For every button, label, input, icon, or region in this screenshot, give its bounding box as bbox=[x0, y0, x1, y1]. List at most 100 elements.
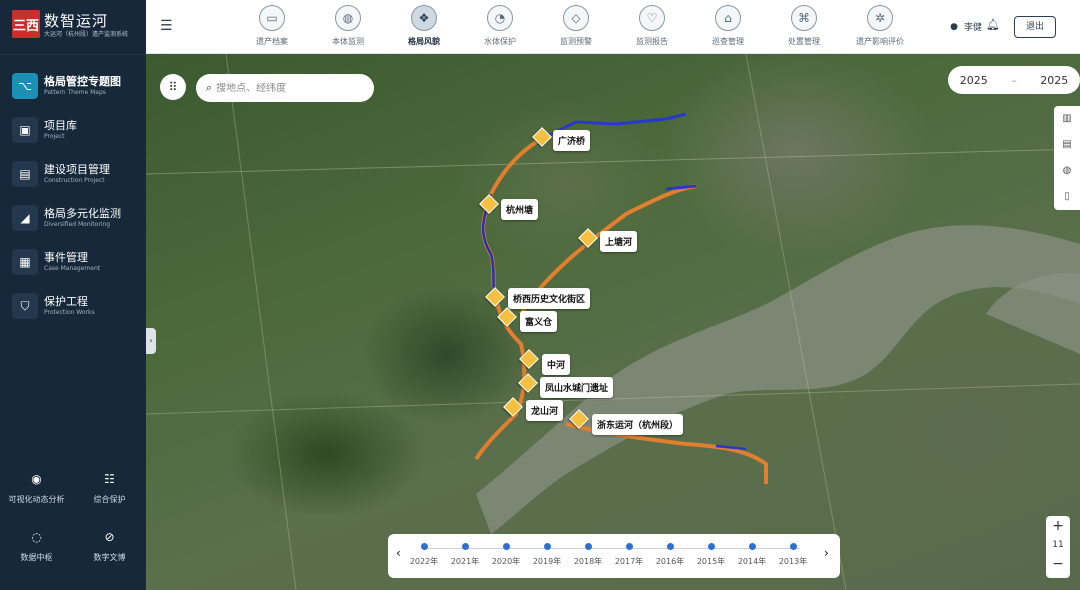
user-name: 李健 bbox=[963, 23, 982, 33]
tab-label: 本体监测 bbox=[332, 37, 364, 46]
site-label-guangji-bridge[interactable]: 广济桥 bbox=[553, 130, 591, 151]
search-input[interactable] bbox=[216, 82, 357, 94]
sidebar-item-project[interactable]: ▣ 项目库 Project bbox=[0, 108, 146, 152]
sidebar-item-sublabel: Construction Project bbox=[44, 177, 105, 184]
timeline-year[interactable]: 2014年 bbox=[732, 543, 772, 567]
sidebar-item-construction-project[interactable]: ▤ 建设项目管理 Construction Project bbox=[0, 152, 146, 196]
year-range-selector[interactable]: 2025 – 2025 bbox=[948, 66, 1080, 94]
tool-label: 综合保护 bbox=[93, 495, 126, 504]
tool-visual-analysis[interactable]: ◉ 可视化动态分析 bbox=[0, 470, 73, 505]
map-type-icon[interactable]: ▥ bbox=[1054, 106, 1080, 132]
menu-toggle-icon[interactable]: ☰ bbox=[160, 18, 173, 34]
year-from[interactable]: 2025 bbox=[960, 74, 988, 87]
cube-icon: ▣ bbox=[12, 117, 38, 143]
sidebar-collapse-handle[interactable]: › bbox=[146, 328, 156, 354]
site-label-shangtang-river[interactable]: 上塘河 bbox=[600, 231, 638, 252]
layers-grid-icon[interactable]: ⠿ bbox=[160, 74, 186, 100]
timeline-year-label: 2013年 bbox=[778, 557, 808, 566]
trash-icon[interactable]: ▯ bbox=[1054, 184, 1080, 210]
site-label-zhedong-canal[interactable]: 浙东运河（杭州段） bbox=[592, 414, 684, 435]
timeline-year[interactable]: 2017年 bbox=[609, 543, 649, 567]
timeline-next-icon[interactable]: › bbox=[824, 546, 829, 560]
tab-label: 巡查管理 bbox=[712, 37, 744, 46]
timeline-year[interactable]: 2021年 bbox=[445, 543, 485, 567]
timeline-dot bbox=[748, 543, 756, 550]
timeline-year-label: 2019年 bbox=[532, 557, 562, 566]
timeline-year[interactable]: 2016年 bbox=[650, 543, 690, 567]
timeline-year[interactable]: 2020年 bbox=[486, 543, 526, 567]
top-nav: ▭ 遗产档案 ◍ 本体监测 ❖ 格局风貌 ◔ 水体保护 ◇ 监测预警 ♡ 监测报告 ⌂ 巡查管… bbox=[234, 3, 918, 51]
timeline-dot bbox=[707, 543, 715, 550]
tab-disposal-management[interactable]: ⌘ 处置管理 bbox=[766, 3, 842, 51]
tool-digital-museum[interactable]: ⊘ 数字文博 bbox=[73, 528, 146, 563]
user-icon: ● bbox=[950, 21, 958, 32]
tab-label: 监测报告 bbox=[636, 37, 668, 46]
site-label-hangzhou-tang[interactable]: 杭州塘 bbox=[501, 199, 539, 220]
sidebar-divider bbox=[0, 54, 146, 55]
timeline-year-label: 2022年 bbox=[409, 557, 439, 566]
sidebar-item-label: 格局管控专题图 bbox=[44, 75, 121, 88]
map-toolbar: ▥ ▤ ◍ ▯ bbox=[1054, 106, 1080, 210]
zoom-in-button[interactable]: + bbox=[1046, 516, 1070, 536]
tab-heritage-impact[interactable]: ✲ 遗产影响评价 bbox=[842, 3, 918, 51]
sidebar-item-pattern-theme-maps[interactable]: ⌥ 格局管控专题图 Pattern Theme Maps bbox=[0, 64, 146, 108]
disposal-icon: ⌘ bbox=[791, 5, 817, 31]
search-icon: ⌕ bbox=[206, 81, 213, 94]
timeline-year[interactable]: 2018年 bbox=[568, 543, 608, 567]
logout-button[interactable]: 退出 bbox=[1014, 16, 1056, 38]
site-label-fuyi-granary[interactable]: 富义仓 bbox=[520, 311, 558, 332]
timeline-year[interactable]: 2019年 bbox=[527, 543, 567, 567]
sidebar-item-sublabel: Pattern Theme Maps bbox=[44, 89, 106, 96]
tab-monitoring-report[interactable]: ♡ 监测报告 bbox=[614, 3, 690, 51]
timeline-year-label: 2020年 bbox=[491, 557, 521, 566]
sidebar: 三西 数智运河 大运河（杭州段）遗产监测系统 ⌥ 格局管控专题图 Pattern … bbox=[0, 0, 146, 590]
sidebar-item-case-management[interactable]: ▦ 事件管理 Case Management bbox=[0, 240, 146, 284]
sidebar-item-sublabel: Case Management bbox=[44, 265, 101, 272]
sidebar-item-sublabel: Project bbox=[44, 133, 65, 140]
year-to[interactable]: 2025 bbox=[1040, 74, 1068, 87]
tab-monitoring-warning[interactable]: ◇ 监测预警 bbox=[538, 3, 614, 51]
sidebar-item-sublabel: Protection Works bbox=[44, 309, 95, 316]
tab-label: 格局风貌 bbox=[408, 37, 440, 46]
globe-icon[interactable]: ◍ bbox=[1054, 158, 1080, 184]
sidebar-item-label: 建设项目管理 bbox=[44, 163, 110, 176]
tab-label: 处置管理 bbox=[788, 37, 820, 46]
timeline-dot bbox=[584, 543, 592, 550]
sidebar-item-label: 项目库 bbox=[44, 119, 77, 132]
map-view[interactable]: › ⠿ ⌕ 2025 – 2025 ▥ ▤ ◍ ▯ 广济桥 杭州塘 上塘河 桥西… bbox=[146, 54, 1080, 590]
zoom-out-button[interactable]: − bbox=[1046, 554, 1070, 574]
protection-icon: ☷ bbox=[104, 472, 115, 486]
tab-pattern-landscape[interactable]: ❖ 格局风貌 bbox=[386, 3, 462, 51]
tab-body-monitoring[interactable]: ◍ 本体监测 bbox=[310, 3, 386, 51]
sidebar-item-protection-works[interactable]: ⛉ 保护工程 Protection Works bbox=[0, 284, 146, 328]
site-label-longshan-river[interactable]: 龙山河 bbox=[526, 400, 564, 421]
timeline-prev-icon[interactable]: ‹ bbox=[396, 546, 401, 560]
sidebar-item-label: 格局多元化监测 bbox=[44, 207, 121, 220]
timeline-year[interactable]: 2013年 bbox=[773, 543, 813, 567]
clipboard-icon[interactable]: ▤ bbox=[1054, 132, 1080, 158]
timeline-year[interactable]: 2022年 bbox=[404, 543, 444, 567]
bell-icon[interactable]: 🔔︎ bbox=[986, 18, 1000, 31]
water-icon: ◔ bbox=[487, 5, 513, 31]
tool-comprehensive-protection[interactable]: ☷ 综合保护 bbox=[73, 470, 146, 505]
timeline-year[interactable]: 2015年 bbox=[691, 543, 731, 567]
sidebar-item-diversified-monitoring[interactable]: ◢ 格局多元化监测 Diversified Monitoring bbox=[0, 196, 146, 240]
tab-water-protection[interactable]: ◔ 水体保护 bbox=[462, 3, 538, 51]
timeline-year-label: 2017年 bbox=[614, 557, 644, 566]
tab-label: 遗产影响评价 bbox=[856, 37, 904, 46]
year-timeline: ‹ 2022年 2021年 2020年 2019年 2018年 2017年 20… bbox=[388, 534, 840, 578]
site-label-zhong-river[interactable]: 中河 bbox=[542, 354, 571, 375]
timeline-dot bbox=[666, 543, 674, 550]
tab-patrol-management[interactable]: ⌂ 巡查管理 bbox=[690, 3, 766, 51]
site-label-fengshan-water-gate[interactable]: 凤山水城门遗址 bbox=[540, 377, 614, 398]
tool-label: 数字文博 bbox=[93, 553, 126, 562]
timeline-dot bbox=[502, 543, 510, 550]
timeline-dot bbox=[543, 543, 551, 550]
app-title: 数智运河 bbox=[44, 12, 109, 30]
user-profile[interactable]: ● 李健 bbox=[950, 20, 982, 34]
map-search[interactable]: ⌕ bbox=[196, 74, 374, 102]
analysis-icon: ◉ bbox=[31, 472, 42, 486]
tool-data-hub[interactable]: ◌ 数据中枢 bbox=[0, 528, 73, 563]
tab-heritage-archive[interactable]: ▭ 遗产档案 bbox=[234, 3, 310, 51]
site-label-qiaoxi-historic-district[interactable]: 桥西历史文化街区 bbox=[508, 288, 591, 309]
